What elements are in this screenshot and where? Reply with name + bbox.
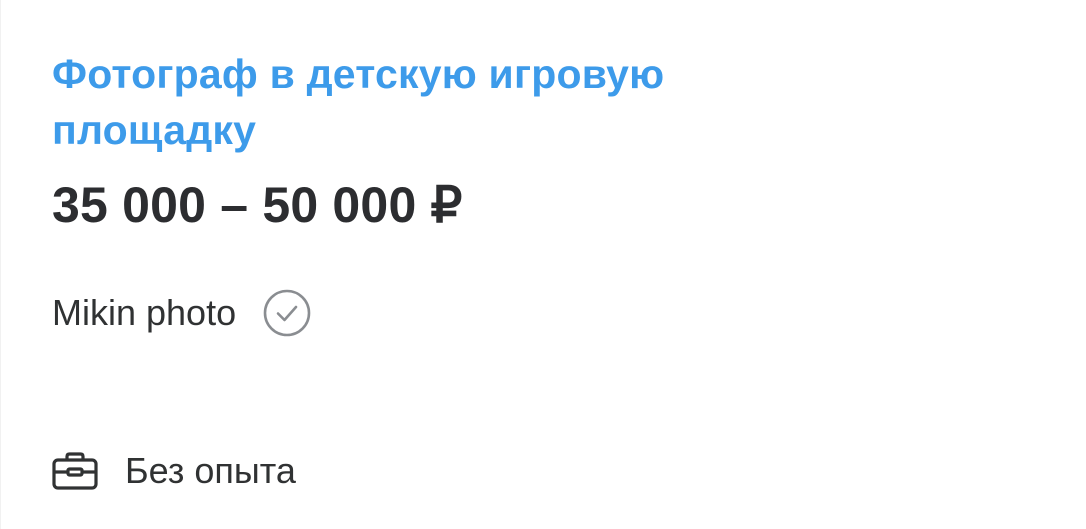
experience-label: Без опыта	[125, 450, 296, 491]
briefcase-icon	[52, 451, 98, 491]
company-name-link[interactable]: Mikin photo	[52, 292, 236, 334]
vacancy-card[interactable]: Фотограф в детскую игровую площадку 35 0…	[0, 0, 1086, 529]
company-row: Mikin photo	[52, 288, 311, 338]
check-circle-icon	[263, 289, 311, 337]
experience-row: Без опыта	[52, 446, 296, 496]
salary-range: 35 000 – 50 000 ₽	[52, 177, 463, 233]
vacancy-title-link[interactable]: Фотограф в детскую игровую площадку	[52, 46, 812, 158]
